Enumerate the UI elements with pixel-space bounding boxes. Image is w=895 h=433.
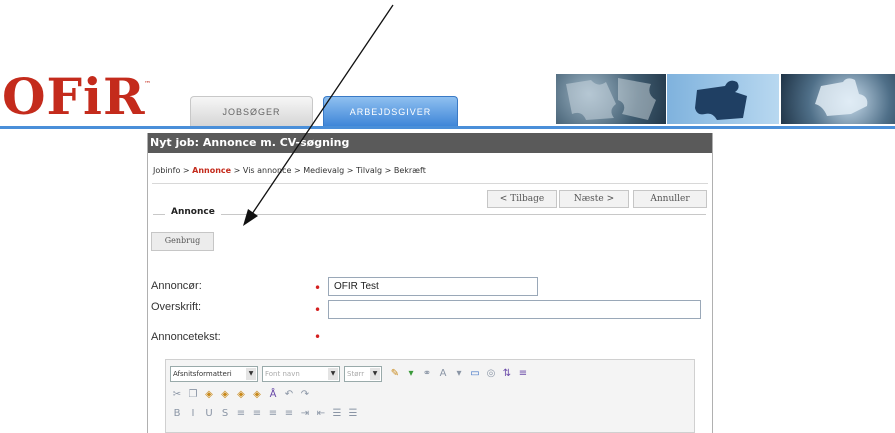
size-select-value: Størr (347, 370, 365, 378)
underline-icon[interactable]: U (202, 407, 216, 421)
chevron-down-icon: ▼ (246, 368, 256, 380)
paint-icon[interactable]: ✎ (388, 367, 402, 381)
outdent-icon[interactable]: ⇤ (314, 407, 328, 421)
indent-icon[interactable]: ⇥ (298, 407, 312, 421)
puzzle-image (781, 74, 895, 124)
format-select-value: Afsnitsformatteri (173, 370, 232, 378)
header-divider (0, 126, 895, 129)
paste-text-icon[interactable]: ◈ (218, 388, 232, 402)
headline-input[interactable] (328, 300, 701, 319)
puzzle-image (667, 74, 779, 124)
breadcrumb: Jobinfo > Annonce > Vis annonce > Mediev… (153, 166, 426, 175)
advertiser-label: Annoncør: (151, 280, 202, 292)
chevron-down-icon: ▼ (328, 368, 338, 380)
reuse-button[interactable]: Genbrug (151, 232, 214, 251)
highlight-icon[interactable]: ▾ (452, 367, 466, 381)
breadcrumb-item-rest[interactable]: Vis annonce > Medievalg > Tilvalg > Bekr… (243, 166, 426, 175)
font-select[interactable]: Font navn ▼ (262, 366, 340, 382)
required-marker: • (314, 281, 322, 295)
cut-icon[interactable]: ✂ (170, 388, 184, 402)
bullet-list-icon[interactable]: ☰ (330, 407, 344, 421)
section-divider (153, 214, 706, 215)
justify-icon[interactable]: ≡ (282, 407, 296, 421)
undo-icon[interactable]: ↶ (282, 388, 296, 402)
new-job-panel: Nyt job: Annonce m. CV-søgning Jobinfo >… (147, 133, 713, 433)
required-marker: • (314, 330, 322, 344)
next-button[interactable]: Næste > (559, 190, 629, 208)
logo-text: OFiR (2, 67, 146, 126)
paste-icon[interactable]: ◈ (202, 388, 216, 402)
rich-text-editor[interactable]: Afsnitsformatteri ▼ Font navn ▼ Størr ▼ … (165, 359, 695, 433)
format-select[interactable]: Afsnitsformatteri ▼ (170, 366, 258, 382)
copy-icon[interactable]: ❐ (186, 388, 200, 402)
breadcrumb-item-jobinfo[interactable]: Jobinfo (153, 166, 180, 175)
tab-arbejdsgiver[interactable]: ARBEJDSGIVER (323, 96, 458, 126)
headline-label: Overskrift: (151, 301, 202, 313)
ofir-logo[interactable]: OFiR ™ (2, 72, 151, 122)
align-right-icon[interactable]: ≡ (266, 407, 280, 421)
chevron-down-icon: ▼ (370, 368, 380, 380)
breadcrumb-separator: > (233, 166, 241, 175)
strikethrough-icon[interactable]: S (218, 407, 232, 421)
table-icon[interactable]: ▭ (468, 367, 482, 381)
insert-icon[interactable]: ▾ (404, 367, 418, 381)
find-icon[interactable]: Å (266, 388, 280, 402)
help-icon[interactable]: ◎ (484, 367, 498, 381)
italic-icon[interactable]: I (186, 407, 200, 421)
numbered-list-icon[interactable]: ☰ (346, 407, 360, 421)
required-marker: • (314, 303, 322, 317)
back-button[interactable]: < Tilbage (487, 190, 557, 208)
link-icon[interactable]: ⚭ (420, 367, 434, 381)
adtext-label: Annoncetekst: (151, 331, 221, 343)
align-left-icon[interactable]: ≡ (234, 407, 248, 421)
breadcrumb-item-annonce[interactable]: Annonce (192, 166, 231, 175)
advertiser-input[interactable]: OFIR Test (328, 277, 538, 296)
paste-word-icon[interactable]: ◈ (234, 388, 248, 402)
font-select-value: Font navn (265, 370, 300, 378)
spellcheck-icon[interactable]: ◈ (250, 388, 264, 402)
bold-icon[interactable]: B (170, 407, 184, 421)
logo-trademark: ™ (144, 80, 151, 88)
layout-icon[interactable]: ⇅ (500, 367, 514, 381)
align-center-icon[interactable]: ≡ (250, 407, 264, 421)
breadcrumb-divider (152, 183, 708, 184)
puzzle-image (556, 74, 666, 124)
section-title: Annonce (165, 207, 221, 217)
text-color-icon[interactable]: A (436, 367, 450, 381)
format-icon[interactable]: ≡ (516, 367, 530, 381)
panel-title: Nyt job: Annonce m. CV-søgning (148, 133, 712, 153)
tab-jobsoger[interactable]: JOBSØGER (190, 96, 313, 126)
breadcrumb-separator: > (182, 166, 190, 175)
redo-icon[interactable]: ↷ (298, 388, 312, 402)
size-select[interactable]: Størr ▼ (344, 366, 382, 382)
cancel-button[interactable]: Annuller (633, 190, 707, 208)
